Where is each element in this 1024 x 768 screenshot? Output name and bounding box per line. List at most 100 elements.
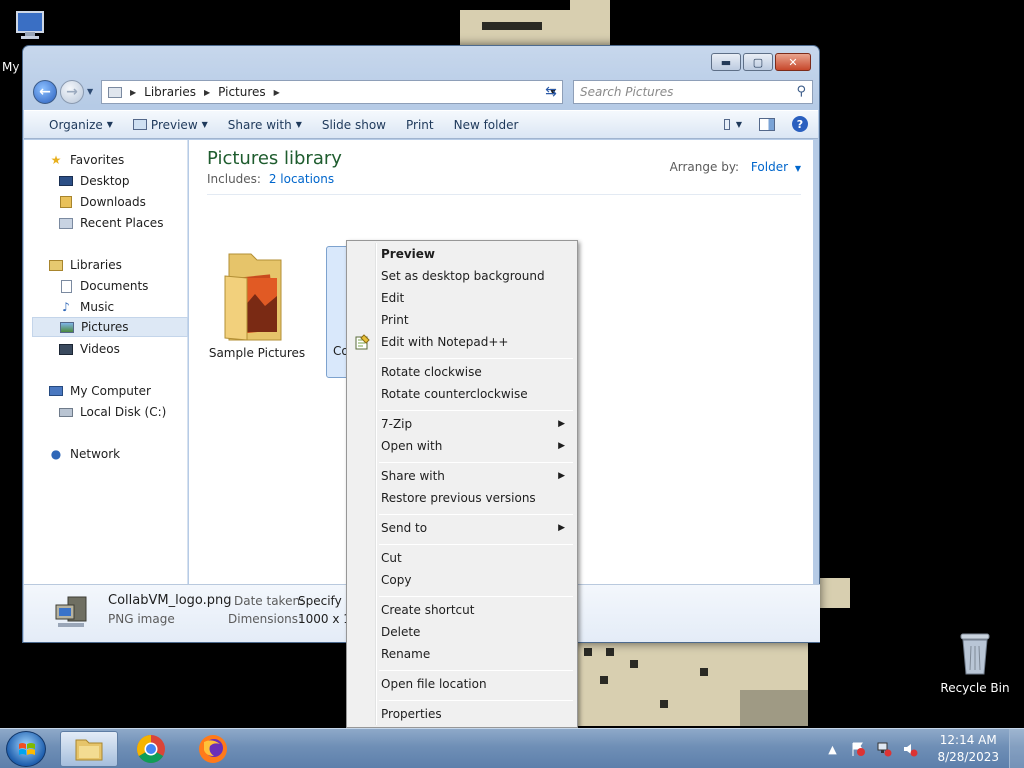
menu-item-open-file-location[interactable]: Open file location	[349, 673, 575, 695]
nav-favorites[interactable]: ★ Favorites	[48, 150, 125, 170]
slide-show-button[interactable]: Slide show	[312, 111, 396, 138]
back-button[interactable]: ←	[33, 80, 57, 104]
help-icon[interactable]: ?	[792, 116, 808, 132]
nav-label: My Computer	[70, 384, 151, 398]
taskbar-explorer-button[interactable]	[60, 731, 118, 767]
nav-music[interactable]: ♪ Music	[58, 297, 114, 317]
menu-item-delete[interactable]: Delete	[349, 621, 575, 643]
nav-label: Favorites	[70, 153, 125, 167]
desktop-icon-recycle-bin[interactable]: Recycle Bin	[940, 630, 1010, 695]
minimize-button[interactable]: ▬	[711, 53, 741, 71]
organize-button[interactable]: Organize ▼	[39, 111, 123, 138]
nav-label: Recent Places	[80, 216, 164, 230]
arrange-by-dropdown[interactable]: Folder ▼	[751, 160, 801, 174]
desktop-icon-label: My	[2, 60, 20, 74]
preview-pane-button[interactable]	[758, 116, 776, 132]
breadcrumb-libraries[interactable]: Libraries	[144, 85, 196, 99]
show-desktop-button[interactable]	[1009, 729, 1024, 768]
nav-label: Network	[70, 447, 121, 461]
menu-label: Print	[381, 313, 409, 327]
wallpaper-block	[700, 668, 708, 676]
refresh-button[interactable]: ⇆	[539, 80, 563, 104]
menu-item-open-with[interactable]: Open with ▶	[349, 435, 575, 457]
new-folder-button[interactable]: New folder	[444, 111, 529, 138]
search-input[interactable]: Search Pictures ⚲	[573, 80, 813, 104]
maximize-button[interactable]: ▢	[743, 53, 773, 71]
folder-tile[interactable]: Sample Pictures	[207, 246, 307, 366]
menu-item-rename[interactable]: Rename	[349, 643, 575, 665]
recent-pages-dropdown[interactable]: ▼	[87, 87, 93, 96]
menu-item-properties[interactable]: Properties	[349, 703, 575, 725]
close-button[interactable]: ✕	[775, 53, 811, 71]
date-taken-label: Date taken:	[234, 594, 305, 608]
search-icon[interactable]: ⚲	[796, 84, 806, 99]
nav-recent-places[interactable]: Recent Places	[58, 213, 163, 233]
action-center-flag-icon[interactable]	[848, 739, 868, 759]
chevron-right-icon[interactable]: ▶	[204, 88, 210, 97]
nav-label: Downloads	[80, 195, 146, 209]
forward-button[interactable]: →	[60, 80, 84, 104]
network-status-icon[interactable]	[874, 739, 894, 759]
menu-item-7zip[interactable]: 7-Zip ▶	[349, 413, 575, 435]
menu-item-cut[interactable]: Cut	[349, 547, 575, 569]
nav-network[interactable]: ● Network	[48, 444, 120, 464]
nav-libraries[interactable]: Libraries	[48, 255, 122, 275]
view-icon	[724, 118, 730, 130]
wallpaper-block	[740, 690, 808, 726]
nav-my-computer[interactable]: My Computer	[48, 381, 151, 401]
navigation-pane: ★ Favorites Desktop Downloads Recent Pla…	[24, 140, 188, 584]
wallpaper-block	[606, 648, 614, 656]
new-folder-label: New folder	[453, 117, 519, 132]
menu-item-rotate-counterclockwise[interactable]: Rotate counterclockwise	[349, 383, 575, 405]
breadcrumb-pictures[interactable]: Pictures	[218, 85, 266, 99]
menu-item-create-shortcut[interactable]: Create shortcut	[349, 599, 575, 621]
menu-item-set-desktop-background[interactable]: Set as desktop background	[349, 265, 575, 287]
wallpaper-block	[482, 22, 542, 30]
computer-icon	[16, 11, 44, 39]
print-button[interactable]: Print	[396, 111, 444, 138]
videos-icon	[58, 342, 74, 356]
preview-button[interactable]: Preview ▼	[123, 111, 218, 138]
menu-separator	[379, 700, 573, 701]
submenu-arrow-icon: ▶	[558, 523, 565, 533]
includes-label: Includes:	[207, 172, 261, 186]
start-button[interactable]	[6, 731, 46, 767]
share-with-button[interactable]: Share with ▼	[218, 111, 312, 138]
taskbar-chrome-button[interactable]	[122, 731, 180, 767]
nav-pictures[interactable]: Pictures	[32, 317, 188, 337]
clock[interactable]: 12:14 AM 8/28/2023	[937, 732, 999, 766]
menu-item-edit-with-notepadpp[interactable]: Edit with Notepad++	[349, 331, 575, 353]
menu-item-share-with[interactable]: Share with ▶	[349, 465, 575, 487]
arrange-value: Folder	[750, 160, 789, 174]
menu-item-copy[interactable]: Copy	[349, 569, 575, 591]
menu-label: Open file location	[381, 677, 487, 691]
nav-videos[interactable]: Videos	[58, 339, 120, 359]
details-filetype: PNG image	[108, 612, 175, 626]
taskbar-firefox-button[interactable]	[184, 731, 242, 767]
menu-item-print[interactable]: Print	[349, 309, 575, 331]
menu-item-preview[interactable]: Preview	[349, 243, 575, 265]
folder-icon	[108, 86, 122, 98]
nav-desktop[interactable]: Desktop	[58, 171, 130, 191]
volume-icon[interactable]	[900, 739, 920, 759]
wallpaper-block	[570, 0, 610, 46]
menu-item-rotate-clockwise[interactable]: Rotate clockwise	[349, 361, 575, 383]
change-view-button[interactable]: ▼	[724, 116, 742, 132]
nav-documents[interactable]: Documents	[58, 276, 148, 296]
wallpaper-block	[600, 676, 608, 684]
menu-item-edit[interactable]: Edit	[349, 287, 575, 309]
menu-label: Send to	[381, 521, 428, 535]
firefox-icon	[199, 735, 227, 763]
chevron-right-icon[interactable]: ▶	[274, 88, 280, 97]
chevron-right-icon[interactable]: ▶	[130, 88, 136, 97]
menu-item-send-to[interactable]: Send to ▶	[349, 517, 575, 539]
desktop-icon-computer[interactable]: My	[0, 10, 60, 74]
show-hidden-icons-button[interactable]: ▲	[822, 739, 842, 759]
nav-local-disk[interactable]: Local Disk (C:)	[58, 402, 166, 422]
nav-downloads[interactable]: Downloads	[58, 192, 146, 212]
star-icon: ★	[50, 153, 62, 167]
includes-link[interactable]: 2 locations	[269, 172, 334, 186]
address-bar[interactable]: ▶ Libraries ▶ Pictures ▶ ▼	[101, 80, 563, 104]
date-taken-value[interactable]: Specify d	[298, 594, 353, 608]
menu-item-restore-previous-versions[interactable]: Restore previous versions	[349, 487, 575, 509]
